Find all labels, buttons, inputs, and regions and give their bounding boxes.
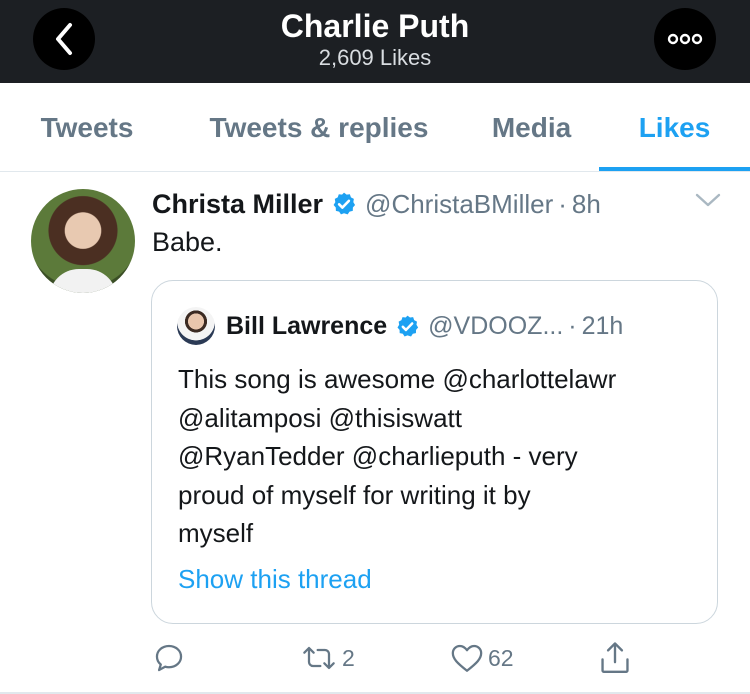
avatar[interactable] <box>31 189 135 293</box>
chevron-down-icon <box>695 193 721 207</box>
heart-icon <box>451 644 483 672</box>
show-thread-link[interactable]: Show this thread <box>178 564 372 595</box>
tweet-menu-button[interactable] <box>694 191 722 214</box>
share-button[interactable] <box>598 636 632 680</box>
tweet-text: Babe. <box>152 227 223 257</box>
separator-dot: · <box>568 311 577 340</box>
verified-icon <box>331 191 357 217</box>
tab-tweets-replies[interactable]: Tweets & replies <box>174 83 464 172</box>
tweet-actions: 2 62 <box>0 636 750 680</box>
tab-media[interactable]: Media <box>464 83 599 172</box>
author-name[interactable]: Christa Miller <box>152 189 323 220</box>
active-tab-indicator <box>599 167 750 171</box>
tab-tweets[interactable]: Tweets <box>0 83 174 172</box>
quoted-tweet[interactable]: Bill Lawrence @VDOOZ... · 21h This song … <box>151 280 718 624</box>
quoted-time: 21h <box>581 311 624 340</box>
more-icon <box>667 33 703 45</box>
top-bar: Charlie Puth 2,609 Likes <box>0 0 750 83</box>
quoted-avatar <box>177 307 215 345</box>
quoted-text-line: myself <box>178 518 254 548</box>
quoted-text-line: @alitamposi @thisiswatt <box>178 402 462 433</box>
quoted-handle: @VDOOZ... <box>428 311 564 340</box>
author-handle[interactable]: @ChristaBMiller <box>365 189 553 220</box>
reply-icon <box>155 644 183 672</box>
reply-button[interactable] <box>152 636 186 680</box>
tab-likes[interactable]: Likes <box>599 83 750 172</box>
retweet-icon <box>303 646 335 670</box>
separator-dot: · <box>558 188 567 219</box>
retweet-button[interactable]: 2 <box>300 636 355 680</box>
retweet-count: 2 <box>342 644 355 671</box>
tweet-header: Christa Miller @ChristaBMiller · 8h <box>152 186 601 222</box>
quoted-text: This song is awesome @charlottelawr @ali… <box>178 360 708 553</box>
like-count: 62 <box>488 644 514 671</box>
profile-tabs: Tweets Tweets & replies Media Likes <box>0 83 750 172</box>
likes-count: 2,609 Likes <box>318 45 432 70</box>
quoted-author-name: Bill Lawrence <box>226 311 388 340</box>
profile-name: Charlie Puth <box>280 8 470 44</box>
quoted-text-line: proud of myself for writing it by <box>178 479 531 510</box>
more-button[interactable] <box>654 8 716 70</box>
like-button[interactable]: 62 <box>450 636 514 680</box>
verified-icon <box>395 314 420 339</box>
share-icon <box>601 642 629 674</box>
quoted-header: Bill Lawrence @VDOOZ... · 21h <box>226 308 623 344</box>
tweet-time[interactable]: 8h <box>572 189 601 220</box>
quoted-text-line: @RyanTedder @charlieputh - very <box>178 441 578 471</box>
quoted-text-line: This song is awesome @charlottelawr <box>178 364 617 394</box>
